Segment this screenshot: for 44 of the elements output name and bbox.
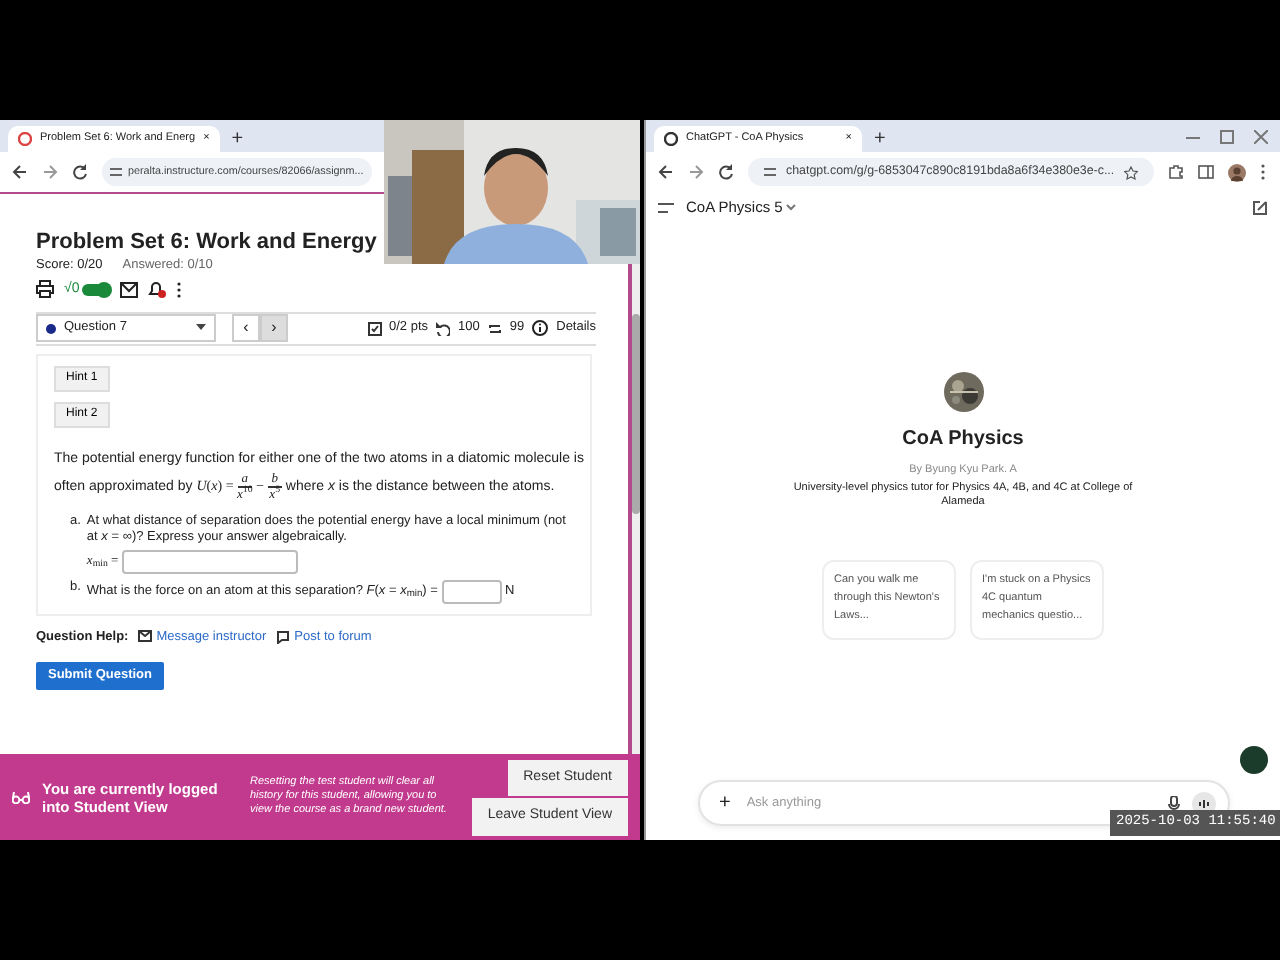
checkbox-icon <box>367 321 382 336</box>
answer-field[interactable] <box>121 549 298 573</box>
info-icon <box>532 320 549 337</box>
site-favicon <box>664 132 678 146</box>
microphone-icon[interactable] <box>1167 795 1179 811</box>
back-icon[interactable] <box>658 164 674 180</box>
add-button[interactable]: + <box>719 788 731 818</box>
mail-icon <box>138 630 153 643</box>
undo-icon <box>436 321 451 336</box>
new-chat-icon[interactable] <box>1252 200 1268 216</box>
more-icon[interactable] <box>175 281 182 298</box>
maximize-icon <box>1220 129 1234 143</box>
bell-off-icon[interactable] <box>147 280 166 299</box>
next-button[interactable]: › <box>260 314 288 343</box>
menu-icon[interactable] <box>658 202 674 214</box>
profile-avatar-icon[interactable] <box>1228 163 1247 181</box>
new-tab-button[interactable]: + <box>231 126 244 152</box>
more-icon[interactable] <box>1260 164 1267 180</box>
assignment-title: Problem Set 6: Work and Energy <box>36 230 379 254</box>
caret-icon <box>196 324 206 333</box>
reload-icon[interactable] <box>718 164 734 180</box>
side-panel-icon[interactable] <box>1198 164 1215 180</box>
site-favicon <box>18 132 32 146</box>
forward-icon[interactable] <box>42 164 58 180</box>
gpt-name: CoA Physics <box>902 426 1024 454</box>
new-tab-button[interactable]: + <box>874 126 886 152</box>
scrollbar-thumb[interactable] <box>632 314 640 514</box>
site-info-icon <box>764 166 776 178</box>
reload-icon[interactable] <box>72 164 88 180</box>
star-icon[interactable] <box>1124 165 1139 179</box>
mail-icon[interactable] <box>119 281 138 298</box>
status-dot-icon <box>46 323 56 334</box>
glasses-icon <box>12 791 30 803</box>
close-icon <box>1254 129 1268 143</box>
forward-icon[interactable] <box>688 164 704 180</box>
chevron-icon <box>786 204 797 212</box>
back-icon[interactable] <box>12 164 28 180</box>
chat-bubble-icon <box>276 629 291 644</box>
answer-field[interactable] <box>441 579 502 603</box>
print-icon[interactable] <box>36 280 54 299</box>
site-info-icon <box>110 166 122 178</box>
previous-button[interactable]: ‹ <box>232 314 260 343</box>
extensions-icon[interactable] <box>1168 164 1185 180</box>
repeat-icon <box>487 321 502 336</box>
